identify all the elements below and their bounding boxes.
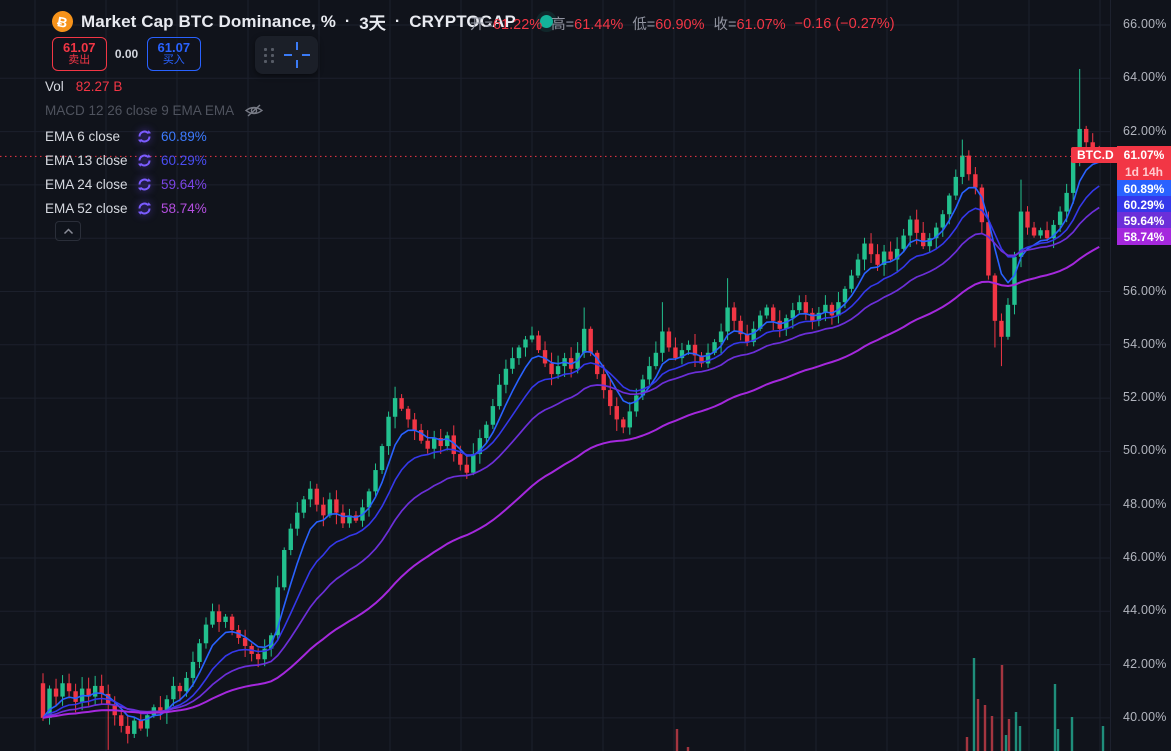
price-tick-label: 54.00% [1123,337,1167,351]
ema-value: 60.29% [161,153,207,168]
ema-price-badge: 58.74% [1117,228,1171,245]
price-tick-label: 42.00% [1123,657,1167,671]
loading-spinner-icon [136,152,153,169]
change-value: −0.16 (−0.27%) [795,16,895,32]
sell-label: 卖出 [68,55,90,67]
title-separator: · [395,13,400,31]
current-price-badge: 61.07% [1117,146,1171,163]
trade-panel: 61.07 卖出 0.00 61.07 买入 [52,37,201,71]
open-value: 开=61.22% [470,13,542,34]
ema-price-badge: 60.29% [1117,196,1171,213]
floating-toolbar[interactable] [255,36,318,74]
price-tick-label: 62.00% [1123,124,1167,138]
drag-handle-icon[interactable] [264,48,275,63]
ema-6-row[interactable]: EMA 6 close 60.89% [45,126,207,146]
low-value: 低=60.90% [632,13,704,34]
volume-value: 82.27 B [76,79,123,94]
spread-value: 0.00 [107,47,147,61]
volume-indicator-row[interactable]: Vol 82.27 B [45,79,122,94]
ema-price-badge: 59.64% [1117,212,1171,229]
price-tick-label: 56.00% [1123,284,1167,298]
ema-52-row[interactable]: EMA 52 close 58.74% [45,198,207,218]
ema-13-row[interactable]: EMA 13 close 60.29% [45,150,207,170]
price-tick-label: 48.00% [1123,497,1167,511]
price-tick-label: 66.00% [1123,17,1167,31]
ema-label: EMA 24 close [45,177,136,192]
countdown-badge: 1d 14h [1117,163,1171,180]
ema-price-badge: 60.89% [1117,180,1171,197]
tradingview-chart-window: 66.00% 64.00% 62.00% 56.00% 54.00% 52.00% 50.0… [0,0,1171,751]
chevron-up-icon [63,228,74,235]
sell-button[interactable]: 61.07 卖出 [52,37,107,71]
crosshair-icon[interactable] [282,40,312,70]
bitcoin-icon: Ƀ [50,9,75,34]
ema-label: EMA 13 close [45,153,136,168]
symbol-price-label: BTC.D [1071,147,1120,163]
volume-label: Vol [45,79,64,94]
close-value: 收=61.07% [713,13,785,34]
high-value: 高=61.44% [551,13,623,34]
loading-spinner-icon [136,176,153,193]
loading-spinner-icon [136,200,153,217]
symbol-title[interactable]: Market Cap BTC Dominance, % [81,12,336,32]
ema-value: 58.74% [161,201,207,216]
eye-off-icon[interactable] [244,102,264,119]
title-separator: · [345,13,350,31]
ohlc-values: 开=61.22% 高=61.44% 低=60.90% 收=61.07% −0.1… [470,13,895,34]
ema-label: EMA 52 close [45,201,136,216]
sell-price: 61.07 [63,41,96,55]
price-tick-label: 40.00% [1123,710,1167,724]
price-tick-label: 64.00% [1123,70,1167,84]
interval-label[interactable]: 3天 [359,9,386,34]
macd-label: MACD 12 26 close 9 EMA EMA [45,103,234,118]
macd-indicator-row[interactable]: MACD 12 26 close 9 EMA EMA [45,102,264,119]
price-tick-label: 50.00% [1123,443,1167,457]
ema-value: 59.64% [161,177,207,192]
buy-button[interactable]: 61.07 买入 [147,37,202,71]
price-tick-label: 44.00% [1123,603,1167,617]
collapse-legend-button[interactable] [55,221,81,241]
buy-price: 61.07 [158,41,191,55]
buy-label: 买入 [163,55,185,67]
ema-value: 60.89% [161,129,207,144]
ema-label: EMA 6 close [45,129,136,144]
loading-spinner-icon [136,128,153,145]
price-scale-axis[interactable]: 66.00% 64.00% 62.00% 56.00% 54.00% 52.00% 50.0… [1110,0,1171,751]
ema-24-row[interactable]: EMA 24 close 59.64% [45,174,207,194]
price-tick-label: 46.00% [1123,550,1167,564]
price-tick-label: 52.00% [1123,390,1167,404]
